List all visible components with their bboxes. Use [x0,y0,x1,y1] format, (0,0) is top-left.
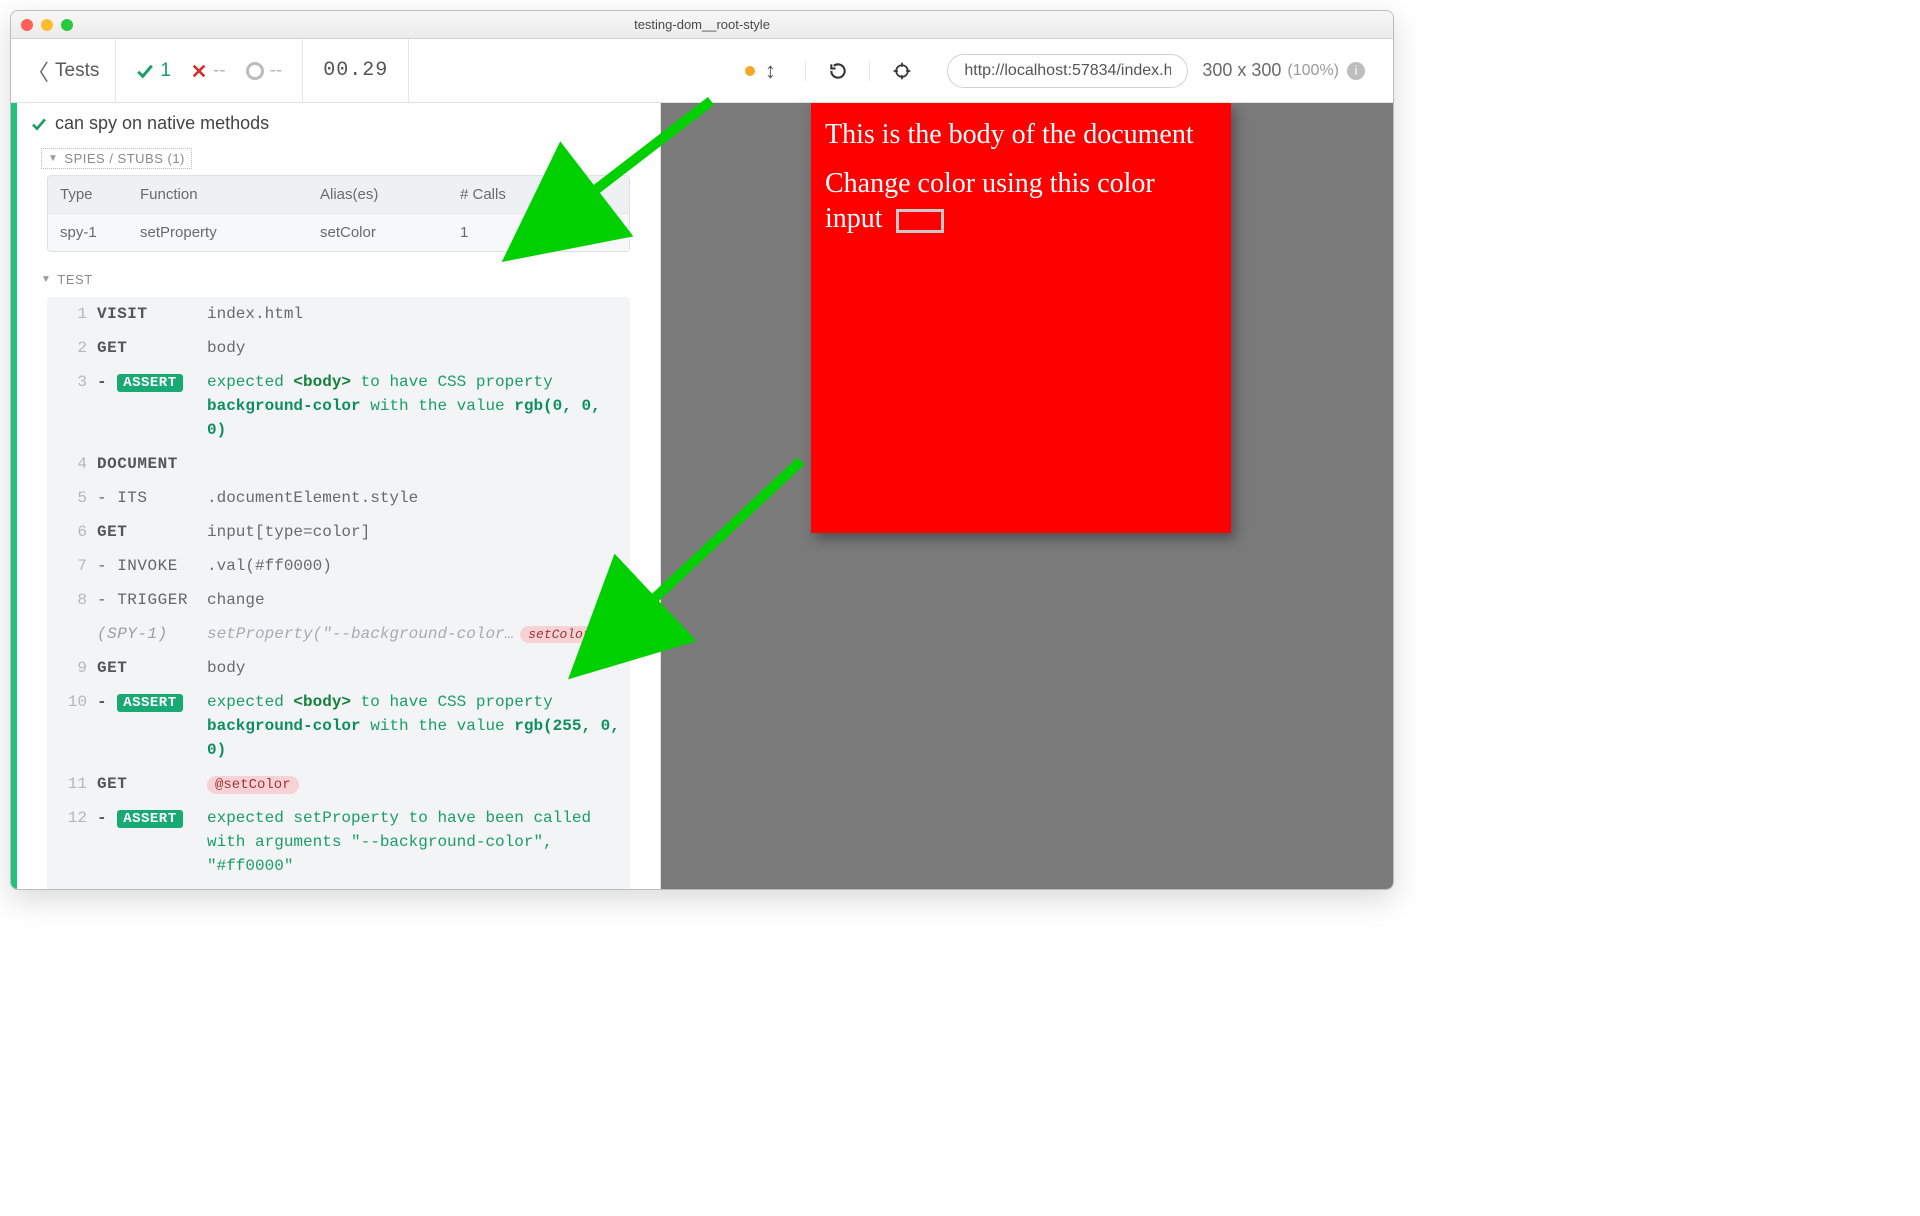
duration: 00.29 [303,39,409,102]
body-text-1: This is the body of the document [811,103,1231,152]
app-window: testing-dom__root-style 〈 Tests 1 -- -- … [10,10,1394,890]
command-row[interactable]: (SPY-1)setProperty("--background-color…s… [47,617,630,651]
table-row[interactable]: spy-1 setProperty setColor 1 [48,213,629,251]
spies-section-header[interactable]: ▼ SPIES / STUBS (1) [41,148,192,169]
command-row[interactable]: 10- ASSERTexpected <body> to have CSS pr… [47,685,630,767]
passed-count: 1 [136,60,171,82]
app-preview-panel: This is the body of the document Change … [661,103,1393,889]
caret-down-icon: ▼ [41,274,51,285]
crosshair-icon [892,61,912,81]
test-section-header[interactable]: ▼ TEST [41,272,630,287]
run-stats: 1 -- -- [116,39,303,102]
command-row[interactable]: 2GETbody [47,331,630,365]
url-input[interactable] [947,54,1188,88]
viewport-scale: (100%) [1287,62,1339,80]
command-row[interactable]: 12- ASSERTexpected setProperty to have b… [47,801,630,883]
command-list: 1VISITindex.html2GETbody3- ASSERTexpecte… [47,297,630,889]
pending-count: -- [246,60,283,82]
info-icon[interactable]: i [1347,62,1365,80]
command-row[interactable]: 9GETbody [47,651,630,685]
app-under-test: This is the body of the document Change … [811,103,1231,533]
caret-down-icon: ▼ [48,153,58,164]
pass-indicator-bar [11,103,17,889]
failed-count: -- [191,60,226,82]
back-label: Tests [55,60,99,82]
check-icon [136,62,154,80]
chevron-left-icon: 〈 [27,55,49,87]
color-input[interactable] [896,209,944,233]
command-row[interactable]: 5- ITS.documentElement.style [47,481,630,515]
spies-table: Type Function Alias(es) # Calls spy-1 se… [47,175,630,252]
command-row[interactable]: 1VISITindex.html [47,297,630,331]
body-text-2: Change color using this color input [811,152,1231,236]
command-log-panel: can spy on native methods ▼ SPIES / STUB… [11,103,661,889]
warning-dot-icon [745,66,755,76]
command-row[interactable]: 3- ASSERTexpected <body> to have CSS pro… [47,365,630,447]
reload-icon [828,61,848,81]
command-row[interactable]: 4DOCUMENT [47,447,630,481]
toolbar: 〈 Tests 1 -- -- 00.29 ↕ [11,39,1393,103]
reload-button[interactable] [805,61,869,81]
command-row[interactable]: 6GETinput[type=color] [47,515,630,549]
x-icon [191,63,207,79]
selector-playground-button[interactable] [869,61,933,81]
table-header: Type Function Alias(es) # Calls [48,176,629,213]
window-title: testing-dom__root-style [11,17,1393,32]
url-section: 300 x 300 (100%) i [933,54,1393,88]
command-row[interactable]: 11GET@setColor [47,767,630,801]
back-to-tests-button[interactable]: 〈 Tests [11,39,116,102]
viewport-dims: 300 x 300 [1188,60,1287,81]
pending-icon [246,62,264,80]
title-bar: testing-dom__root-style [11,11,1393,39]
resize-toggle[interactable]: ↕ [715,58,805,84]
resize-icon: ↕ [765,58,776,84]
command-row[interactable]: 7- INVOKE.val(#ff0000) [47,549,630,583]
test-title-row[interactable]: can spy on native methods [17,103,660,144]
toolbar-right: ↕ 300 x 300 (100%) i [715,39,1393,102]
check-icon [31,116,47,132]
command-row[interactable]: 8- TRIGGERchange [47,583,630,617]
